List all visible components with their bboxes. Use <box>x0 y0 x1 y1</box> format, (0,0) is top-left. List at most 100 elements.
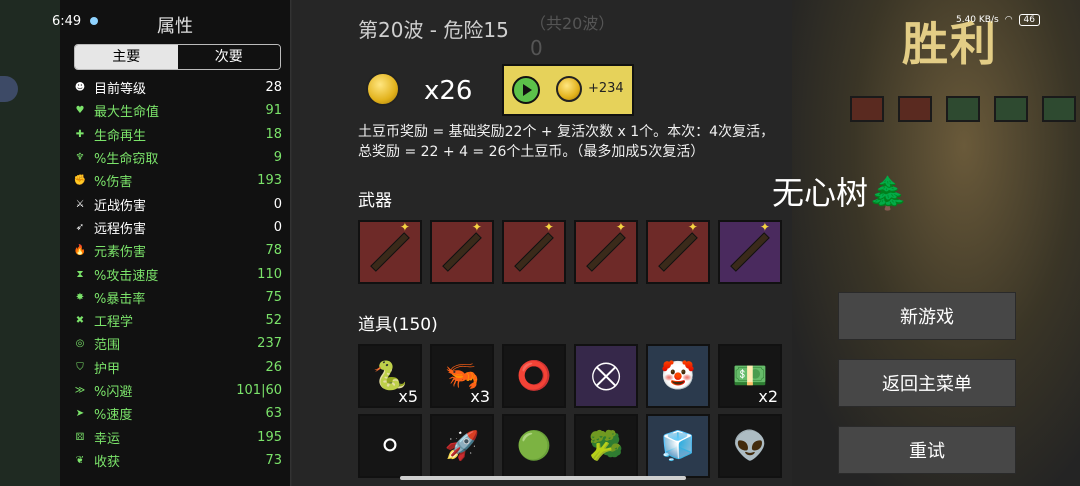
weapons-title: 武器 <box>358 191 392 211</box>
stats-tabs: 主要 次要 <box>74 44 281 70</box>
stat-row: ❦ 收获 73 <box>72 449 282 472</box>
shrimp-icon: 🦐 <box>444 359 480 392</box>
stat-row: ◎ 范围 237 <box>72 332 282 355</box>
lifesteal-icon: ♆ <box>75 152 85 164</box>
background-chests <box>850 96 1076 122</box>
weapon-slot[interactable] <box>718 220 782 284</box>
chest-icon <box>850 96 884 122</box>
item-slot[interactable]: 🟢 <box>502 414 566 478</box>
harvest-icon: ❦ <box>75 454 85 466</box>
total-waves: （共20波） <box>530 14 615 33</box>
stat-row: ✸ %暴击率 75 <box>72 286 282 309</box>
chest-icon <box>898 96 932 122</box>
victory-title: 胜利 <box>902 17 998 71</box>
stat-label: 目前等级 <box>94 82 147 98</box>
spiked-shield-icon: ⛒ <box>591 359 621 392</box>
level-icon: ☻ <box>74 82 86 94</box>
watermark: 无心树🌲 <box>772 174 908 212</box>
new-game-button[interactable]: 新游戏 <box>838 292 1016 340</box>
stat-row: ➶ 远程伤害 0 <box>72 216 282 239</box>
stat-value: 0 <box>273 196 282 212</box>
chest-icon <box>1042 96 1076 122</box>
wave-title: 第20波 - 危险15 <box>358 18 509 42</box>
rocket-icon: 🚀 <box>444 429 480 462</box>
item-slot[interactable]: 🚀 <box>430 414 494 478</box>
item-slot[interactable]: 🐍 x5 <box>358 344 422 408</box>
play-icon <box>512 76 540 104</box>
stat-value: 193 <box>257 173 282 189</box>
stat-value: 63 <box>265 406 282 422</box>
stat-row: ✊ %伤害 193 <box>72 169 282 192</box>
stat-label: 范围 <box>94 338 121 354</box>
weapon-slot[interactable] <box>646 220 710 284</box>
item-slot[interactable]: ⛒ <box>574 344 638 408</box>
stat-row: ➤ %速度 63 <box>72 402 282 425</box>
stat-row: ☻ 目前等级 28 <box>72 76 282 99</box>
stat-value: 237 <box>257 336 282 352</box>
item-slot[interactable]: ⚪ <box>358 414 422 478</box>
stat-row: ✚ 生命再生 18 <box>72 123 282 146</box>
speed-icon: ➤ <box>75 408 85 420</box>
elemental-icon: 🔥 <box>73 245 87 257</box>
snake-icon: 🐍 <box>372 359 408 392</box>
slime-icon: 🟢 <box>516 429 552 462</box>
stat-label: %暴击率 <box>94 291 146 307</box>
item-slot[interactable]: 🧊 <box>646 414 710 478</box>
item-slot[interactable]: 🤡 <box>646 344 710 408</box>
coin-icon <box>556 76 582 102</box>
stat-label: %闪避 <box>94 385 133 400</box>
item-quantity: x2 <box>758 387 778 406</box>
stat-row: ✖ 工程学 52 <box>72 309 282 332</box>
stat-value: 26 <box>265 359 282 375</box>
ritual-circle-icon: ⭕ <box>516 359 552 392</box>
magic-wand-icon <box>442 232 482 272</box>
stat-value: 101|60 <box>236 383 282 398</box>
ad-bonus-button[interactable]: +234 <box>502 64 634 116</box>
item-slot[interactable]: 💵 x2 <box>718 344 782 408</box>
weapon-slot[interactable] <box>430 220 494 284</box>
tab-primary[interactable]: 主要 <box>75 45 178 69</box>
weapon-slot[interactable] <box>502 220 566 284</box>
coin-count: x26 <box>424 76 473 106</box>
alien-icon: 👽 <box>732 429 768 462</box>
stats-panel: 属性 主要 次要 ☻ 目前等级 28 ♥ 最大生命值 91 ✚ 生命再生 18 ♆ %生命窃取 9 ✊%… <box>60 0 291 486</box>
reward-explanation-line2: 总奖励 = 22 + 4 = 26个土豆币。（最多加成5次复活） <box>358 144 705 160</box>
stat-label: 幸运 <box>94 431 121 447</box>
item-slot[interactable]: 🦐 x3 <box>430 344 494 408</box>
item-quantity: x3 <box>470 387 490 406</box>
stat-value: 18 <box>265 126 282 142</box>
panel-title: 属性 <box>157 16 193 37</box>
items-title: 道具(150) <box>358 315 438 335</box>
tab-secondary[interactable]: 次要 <box>177 45 280 69</box>
item-slot[interactable]: 👽 <box>718 414 782 478</box>
stat-label: 护甲 <box>94 361 121 377</box>
stat-value: 73 <box>265 452 282 468</box>
stat-value: 9 <box>273 150 282 166</box>
range-icon: ◎ <box>75 338 85 350</box>
weapon-slot[interactable] <box>358 220 422 284</box>
main-content: 第20波 - 危险15 （共20波） 0 x26 +234 土豆币奖励 = 基础… <box>292 0 792 486</box>
ranged-icon: ➶ <box>75 221 85 233</box>
reward-explanation-line1: 土豆币奖励 = 基础奖励22个 + 复活次数 x 1个。本次：4次复活， <box>358 124 775 140</box>
stat-label: 收获 <box>94 454 121 470</box>
item-slot[interactable]: ⭕ <box>502 344 566 408</box>
main-menu-button[interactable]: 返回主菜单 <box>838 359 1016 407</box>
chest-icon <box>946 96 980 122</box>
stat-row: ♥ 最大生命值 91 <box>72 99 282 122</box>
armor-icon: ⛉ <box>76 361 84 373</box>
stat-row: ⧗ %攻击速度 110 <box>72 262 282 285</box>
total-value: 0 <box>530 36 543 60</box>
home-indicator[interactable] <box>400 476 686 480</box>
stat-label: %伤害 <box>94 175 133 191</box>
stat-value: 75 <box>265 289 282 305</box>
stat-row: ⚔ 近战伤害 0 <box>72 192 282 215</box>
retry-button[interactable]: 重试 <box>838 426 1016 474</box>
reward-explanation: 土豆币奖励 = 基础奖励22个 + 复活次数 x 1个。本次：4次复活， 总奖励… <box>358 122 788 162</box>
weapon-slot[interactable] <box>574 220 638 284</box>
heart-icon: ♥ <box>75 105 85 117</box>
attack-speed-icon: ⧗ <box>76 268 84 280</box>
regen-icon: ✚ <box>75 128 85 140</box>
banknote-icon: 💵 <box>732 359 768 392</box>
melee-icon: ⚔ <box>75 198 85 210</box>
item-slot[interactable]: 🥦 <box>574 414 638 478</box>
